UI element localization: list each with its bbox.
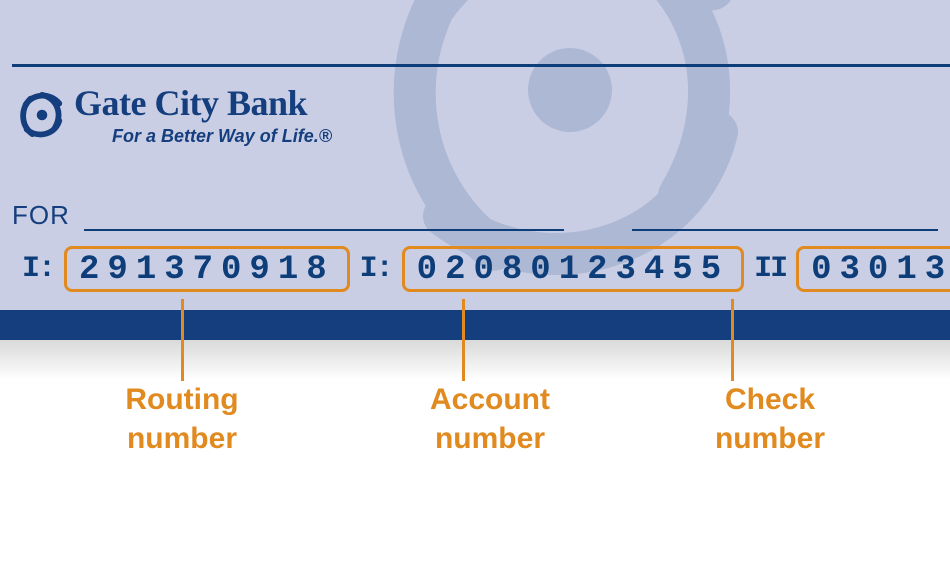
connector-line-account (462, 299, 465, 381)
check-number-box: 03013 (796, 246, 950, 292)
check-background: Gate City Bank For a Better Way of Life.… (0, 0, 950, 340)
account-label-line2: number (340, 419, 640, 458)
bank-name: Gate City Bank (74, 82, 332, 124)
for-label: FOR (12, 200, 70, 231)
for-memo-row: FOR (12, 200, 938, 231)
micr-line: I: 291370918 I: 02080123455 II 03013 (18, 246, 938, 292)
signature-line (632, 229, 938, 231)
connector-line-routing (181, 299, 184, 381)
bank-tagline: For a Better Way of Life.® (112, 126, 332, 147)
routing-number-box: 291370918 (64, 246, 350, 292)
divider-line (12, 64, 950, 67)
routing-label-line2: number (52, 419, 312, 458)
micr-symbol-icon: II (754, 252, 786, 286)
bank-logo: Gate City Bank For a Better Way of Life.… (18, 82, 332, 147)
check-label-line2: number (670, 419, 870, 458)
account-number: 02080123455 (417, 251, 729, 289)
account-number-box: 02080123455 (402, 246, 744, 292)
check-shadow (0, 340, 950, 380)
micr-symbol-icon: I: (360, 252, 392, 286)
check-footer-bar (0, 310, 950, 340)
memo-line (84, 229, 564, 231)
check-label: Check number (670, 380, 870, 458)
micr-symbol-icon: I: (22, 252, 54, 286)
account-label-line1: Account (340, 380, 640, 419)
bank-logo-icon (18, 91, 66, 139)
account-label: Account number (340, 380, 640, 458)
routing-number: 291370918 (79, 251, 335, 289)
check-number: 03013 (811, 251, 950, 289)
callouts-row: Routing number Account number Check numb… (0, 380, 950, 458)
connector-line-check (731, 299, 734, 381)
routing-label: Routing number (52, 380, 312, 458)
check-label-line1: Check (670, 380, 870, 419)
routing-label-line1: Routing (52, 380, 312, 419)
